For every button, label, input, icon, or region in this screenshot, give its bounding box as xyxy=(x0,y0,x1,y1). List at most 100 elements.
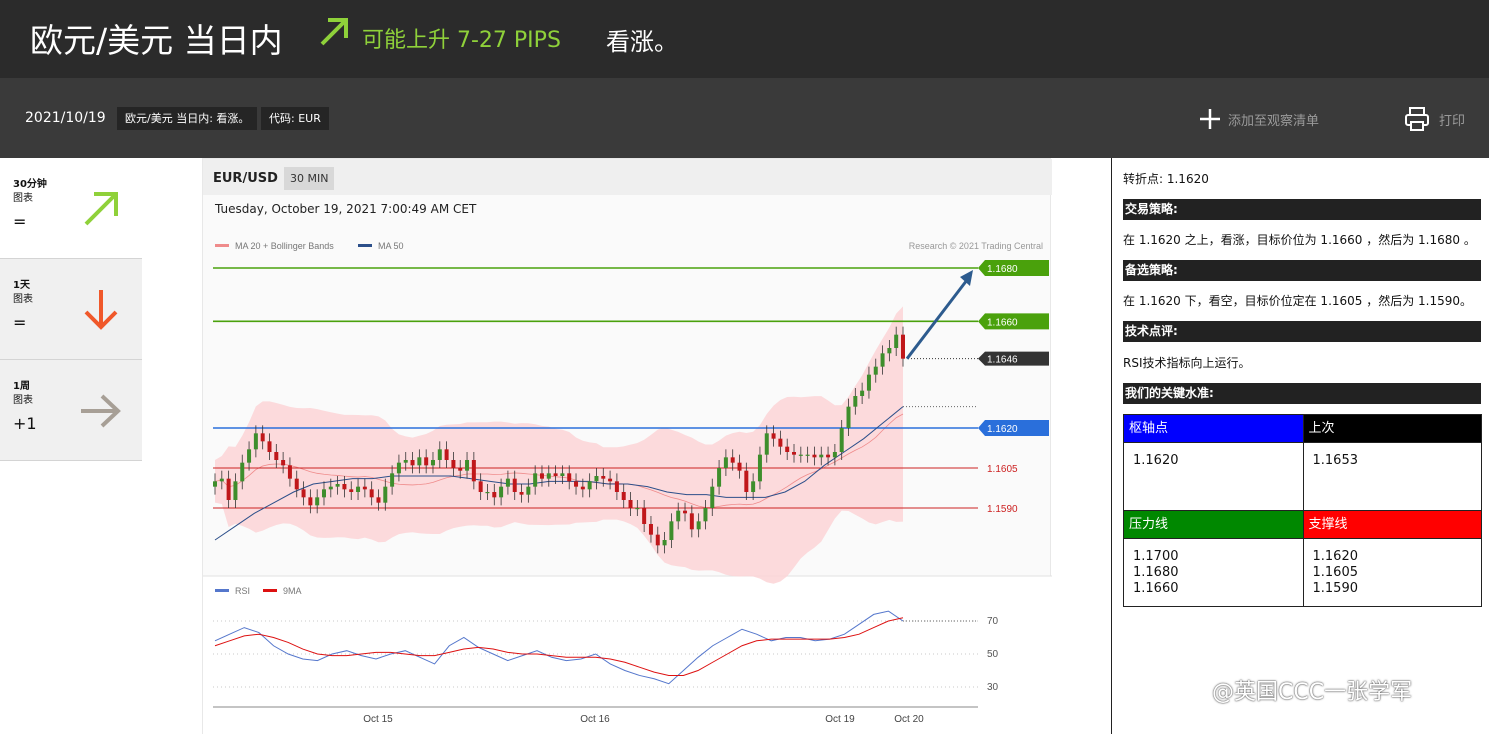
candle-body xyxy=(812,454,817,458)
candle-body xyxy=(737,462,742,471)
support-value: 1.1590 xyxy=(1312,581,1359,596)
candle-body xyxy=(226,478,231,500)
candle-body xyxy=(321,489,326,498)
candle-body xyxy=(519,492,524,495)
candle-body xyxy=(301,489,306,498)
add-to-watchlist-button[interactable]: 添加至观察清单 xyxy=(1198,106,1319,132)
candle-body xyxy=(465,460,470,471)
candle-body xyxy=(376,497,381,503)
pivot-header: 枢轴点 xyxy=(1124,415,1303,442)
target-arrow xyxy=(905,279,969,360)
print-label: 打印 xyxy=(1439,113,1466,129)
resistance-value: 1.1660 xyxy=(1133,581,1179,596)
candle-body xyxy=(580,486,585,490)
timeframe-30min[interactable]: 30分钟 图表 = xyxy=(0,158,142,259)
report-date: 2021/10/19 xyxy=(25,110,106,126)
candle-body xyxy=(826,454,831,458)
timeframe-1week[interactable]: 1周 图表 +1 xyxy=(0,360,142,461)
candle-body xyxy=(546,473,551,479)
candle-body xyxy=(703,508,708,522)
candle-body xyxy=(642,508,647,524)
candle-body xyxy=(308,497,313,506)
candle-body xyxy=(444,449,449,460)
candle-body xyxy=(614,481,619,492)
arrow-right-icon xyxy=(81,394,121,428)
timeframe-label: 30分钟 xyxy=(13,179,47,190)
candle-body xyxy=(567,473,572,482)
alt-strategy-heading: 备选策略: xyxy=(1123,260,1481,281)
candle-body xyxy=(785,446,790,452)
candle-body xyxy=(778,438,783,447)
add-to-watchlist-label: 添加至观察清单 xyxy=(1228,113,1320,129)
candle-body xyxy=(328,486,333,490)
level-label: 1.1660 xyxy=(987,317,1018,328)
candle-body xyxy=(335,484,340,487)
candle-body xyxy=(771,433,776,439)
candle-body xyxy=(390,473,395,487)
candle-body xyxy=(492,492,497,498)
candle-body xyxy=(628,500,633,508)
print-button[interactable]: 打印 xyxy=(1403,104,1465,134)
chart-credit: Research © 2021 Trading Central xyxy=(909,241,1043,251)
candle-body xyxy=(383,486,388,503)
candle-body xyxy=(533,473,538,487)
timeframe-label: 1周 xyxy=(13,381,30,392)
level-label: 1.1605 xyxy=(987,464,1018,475)
candle-body xyxy=(499,486,504,498)
candle-body xyxy=(846,406,851,428)
chart-pair: EUR/USD xyxy=(213,171,278,186)
date-label: Oct 20 xyxy=(894,714,924,725)
level-label: 1.1620 xyxy=(987,424,1018,435)
candle-body xyxy=(669,521,674,540)
candle-body xyxy=(621,492,626,500)
candle-body xyxy=(751,481,756,492)
candle-body xyxy=(901,334,905,359)
candle-body xyxy=(635,508,640,510)
code-tag: 代码: EUR xyxy=(261,107,329,130)
timeframe-1day[interactable]: 1天 图表 = xyxy=(0,259,142,360)
support-values: 1.1620 1.1605 1.1590 xyxy=(1303,538,1481,606)
candle-body xyxy=(608,478,613,482)
last-value: 1.1653 xyxy=(1303,442,1481,510)
plus-icon xyxy=(1200,109,1220,129)
bollinger-band xyxy=(215,306,903,584)
printer-icon xyxy=(1405,107,1429,131)
top-bar: 欧元/美元 当日内 可能上升 7-27 PIPS 看涨。 xyxy=(0,0,1489,78)
comment-text: RSI技术指标向上运行。 xyxy=(1123,356,1251,370)
chart-panel: 1.1680 1.1660 1.1646 1.1620 1.1605 1.1590 MA … xyxy=(202,158,1052,734)
pivot-line: 转折点: 1.1620 xyxy=(1123,172,1209,186)
resistance-values: 1.1700 1.1680 1.1660 xyxy=(1124,538,1303,606)
candle-body xyxy=(458,468,463,471)
candle-body xyxy=(410,460,415,466)
candle-body xyxy=(866,374,871,391)
page-title: 欧元/美元 当日内 xyxy=(30,21,283,60)
candle-body xyxy=(512,478,517,492)
candle-body xyxy=(819,454,824,458)
candle-body xyxy=(887,348,892,354)
comment-heading: 技术点评: xyxy=(1123,321,1481,342)
candle-body xyxy=(349,489,354,492)
strategy-heading: 交易策略: xyxy=(1123,199,1481,220)
arrow-down-icon xyxy=(84,290,118,330)
chart-timeframe-badge[interactable]: 30 MIN xyxy=(284,167,335,190)
candle-body xyxy=(764,433,769,455)
legend-bollinger: MA 20 + Bollinger Bands xyxy=(235,241,334,251)
candle-body xyxy=(853,396,858,407)
candle-body xyxy=(451,460,456,468)
pivot-value: 1.1620 xyxy=(1124,442,1303,510)
chart-header: EUR/USD 30 MIN xyxy=(203,159,1052,195)
candle-body xyxy=(839,428,844,452)
level-label: 1.1590 xyxy=(987,504,1018,515)
sub-header-bar: 2021/10/19 欧元/美元 当日内: 看涨。 代码: EUR 添加至观察清… xyxy=(0,78,1489,158)
candle-body xyxy=(403,460,408,463)
key-levels-table: 枢轴点 1.1620 上次 1.1653 压力线 1.1700 1.1680 1… xyxy=(1123,414,1482,607)
key-levels-heading: 我们的关键水准: xyxy=(1123,383,1481,404)
candle-body xyxy=(676,510,681,522)
candle-body xyxy=(342,484,347,490)
candle-body xyxy=(478,481,483,492)
candle-body xyxy=(730,457,735,463)
candle-body xyxy=(430,460,435,466)
candle-body xyxy=(655,534,660,546)
date-label: Oct 15 xyxy=(363,714,393,725)
legend-ma50: MA 50 xyxy=(378,241,404,251)
